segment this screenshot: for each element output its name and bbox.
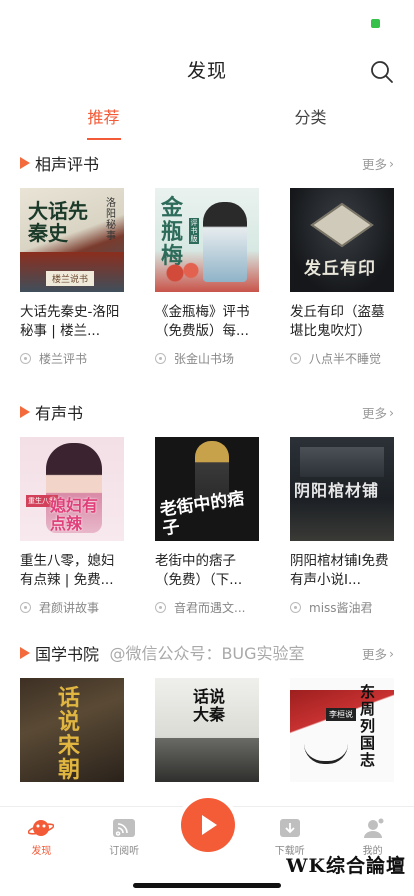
- author-name: miss酱油君: [309, 601, 373, 615]
- cover-title: 东周列国志: [360, 683, 376, 769]
- book-title: 老街中的痞子（免费）（下...: [155, 553, 243, 588]
- section-title: 相声评书: [35, 155, 100, 174]
- book-cover[interactable]: 话说宋朝: [20, 678, 124, 782]
- play-button[interactable]: [181, 798, 235, 852]
- book-cover[interactable]: 金瓶梅 评书版: [155, 188, 259, 292]
- author-name: 楼兰评书: [39, 352, 88, 366]
- cover-title: 媳妇有点辣: [50, 496, 99, 533]
- chevron-right-icon: ›: [389, 404, 394, 420]
- tab-recommend[interactable]: 推荐: [0, 98, 207, 142]
- watermark-text: @微信公众号：BUG实验室: [109, 644, 305, 663]
- book-card[interactable]: 大话先秦史 洛阳秘事 楼兰说书 大话先秦史-洛阳秘事 | 楼兰... 楼兰评书: [20, 188, 124, 367]
- author-icon: [290, 602, 301, 613]
- book-author: miss酱油君: [290, 599, 394, 616]
- author-name: 君颜讲故事: [39, 601, 100, 615]
- author-name: 张金山书场: [174, 352, 235, 366]
- book-author: 八点半不睡觉: [290, 350, 394, 367]
- header: 发现: [0, 44, 414, 98]
- author-icon: [155, 353, 166, 364]
- tab-category[interactable]: 分类: [207, 98, 414, 142]
- book-cover[interactable]: 大话先秦史 洛阳秘事 楼兰说书: [20, 188, 124, 292]
- subscribe-icon: [113, 819, 136, 837]
- play-icon: [202, 815, 217, 835]
- book-title: 重生八零，媳妇有点辣 | 免费...: [20, 553, 115, 588]
- book-card[interactable]: 老街中的痞子 老街中的痞子（免费）（下... 音君而遇文...: [155, 437, 259, 616]
- book-title: 发丘有印（盗墓堪比鬼吹灯）: [290, 304, 385, 339]
- battery-icon: [371, 19, 380, 28]
- book-cover[interactable]: 话说大秦: [155, 678, 259, 782]
- book-card[interactable]: 话说宋朝: [20, 678, 124, 782]
- section-marker-icon: [20, 157, 30, 169]
- cover-title: 金瓶梅: [161, 195, 184, 269]
- search-icon[interactable]: [370, 60, 394, 84]
- tabbar-label: 订阅听: [109, 846, 140, 857]
- author-icon: [290, 353, 301, 364]
- cover-tag: 楼兰说书: [46, 271, 95, 286]
- author-icon: [20, 602, 31, 613]
- cover-title: 老街中的痞子: [158, 488, 246, 540]
- tabbar-discover[interactable]: 发现: [0, 807, 83, 864]
- cover-title: 话说宋朝: [58, 685, 81, 782]
- cover-tag: 李桓说: [326, 708, 356, 721]
- book-card[interactable]: 重生八零 媳妇有点辣 重生八零，媳妇有点辣 | 免费... 君颜讲故事: [20, 437, 124, 616]
- section-header: 有声书 更多 ›: [20, 391, 394, 433]
- book-card[interactable]: 阴阳棺材铺 阴阳棺材铺I免费有声小说I... miss酱油君: [290, 437, 394, 616]
- book-cover[interactable]: 老街中的痞子: [155, 437, 259, 541]
- more-label: 更多: [361, 156, 387, 172]
- book-author: 张金山书场: [155, 350, 259, 367]
- book-author: 音君而遇文...: [155, 599, 259, 616]
- book-list: 重生八零 媳妇有点辣 重生八零，媳妇有点辣 | 免费... 君颜讲故事 老街中的…: [20, 437, 394, 616]
- author-name: 八点半不睡觉: [309, 352, 382, 366]
- cover-subtitle: 洛阳秘事: [106, 198, 116, 242]
- status-bar: [0, 0, 414, 44]
- book-cover[interactable]: 阴阳棺材铺: [290, 437, 394, 541]
- brand-watermark: WK综合論壇: [286, 855, 406, 877]
- tabbar-label: 发现: [31, 846, 52, 857]
- author-icon: [20, 353, 31, 364]
- profile-icon: [363, 818, 384, 838]
- book-card[interactable]: 李桓说 东周列国志: [290, 678, 394, 782]
- book-cover[interactable]: 重生八零 媳妇有点辣: [20, 437, 124, 541]
- section-audiobook: 有声书 更多 › 重生八零 媳妇有点辣 重生八零，媳妇有点辣 | 免费... 君颜…: [0, 391, 414, 616]
- more-button[interactable]: 更多 ›: [362, 154, 394, 173]
- cover-title: 大话先秦史: [28, 199, 88, 245]
- chevron-right-icon: ›: [389, 155, 394, 171]
- book-cover[interactable]: 发丘有印: [290, 188, 394, 292]
- book-author: 楼兰评书: [20, 350, 124, 367]
- book-author: 君颜讲故事: [20, 599, 124, 616]
- more-button[interactable]: 更多 ›: [362, 403, 394, 422]
- book-title: 大话先秦史-洛阳秘事 | 楼兰...: [20, 304, 120, 339]
- cover-title: 阴阳棺材铺: [294, 481, 380, 500]
- book-card[interactable]: 话说大秦: [155, 678, 259, 782]
- download-icon: [279, 819, 300, 837]
- section-title: 有声书: [35, 404, 84, 423]
- section-header: 相声评书 更多 ›: [20, 142, 394, 184]
- section-marker-icon: [20, 406, 30, 418]
- book-title: 阴阳棺材铺I免费有声小说I...: [290, 553, 389, 588]
- section-crosstalk: 相声评书 更多 › 大话先秦史 洛阳秘事 楼兰说书 大话先秦史-洛阳秘事 | 楼兰…: [0, 142, 414, 367]
- planet-icon: [28, 820, 55, 836]
- more-label: 更多: [361, 405, 387, 421]
- author-icon: [155, 602, 166, 613]
- tabbar-subscribe[interactable]: 订阅听: [83, 807, 166, 864]
- book-cover[interactable]: 李桓说 东周列国志: [290, 678, 394, 782]
- book-list: 话说宋朝 话说大秦 李桓说 东周列国志: [20, 678, 394, 782]
- author-name: 音君而遇文...: [174, 601, 246, 615]
- cover-title: 发丘有印: [304, 259, 376, 279]
- top-tabs: 推荐 分类: [0, 98, 414, 142]
- home-indicator: [133, 883, 281, 888]
- book-card[interactable]: 金瓶梅 评书版 《金瓶梅》评书（免费版）每... 张金山书场: [155, 188, 259, 367]
- cover-tag: 评书版: [189, 218, 199, 244]
- page-title: 发现: [186, 60, 227, 82]
- book-title: 《金瓶梅》评书（免费版）每...: [155, 304, 250, 339]
- cover-title: 话说大秦: [193, 687, 226, 724]
- book-card[interactable]: 发丘有印 发丘有印（盗墓堪比鬼吹灯） 八点半不睡觉: [290, 188, 394, 367]
- book-list: 大话先秦史 洛阳秘事 楼兰说书 大话先秦史-洛阳秘事 | 楼兰... 楼兰评书 …: [20, 188, 394, 367]
